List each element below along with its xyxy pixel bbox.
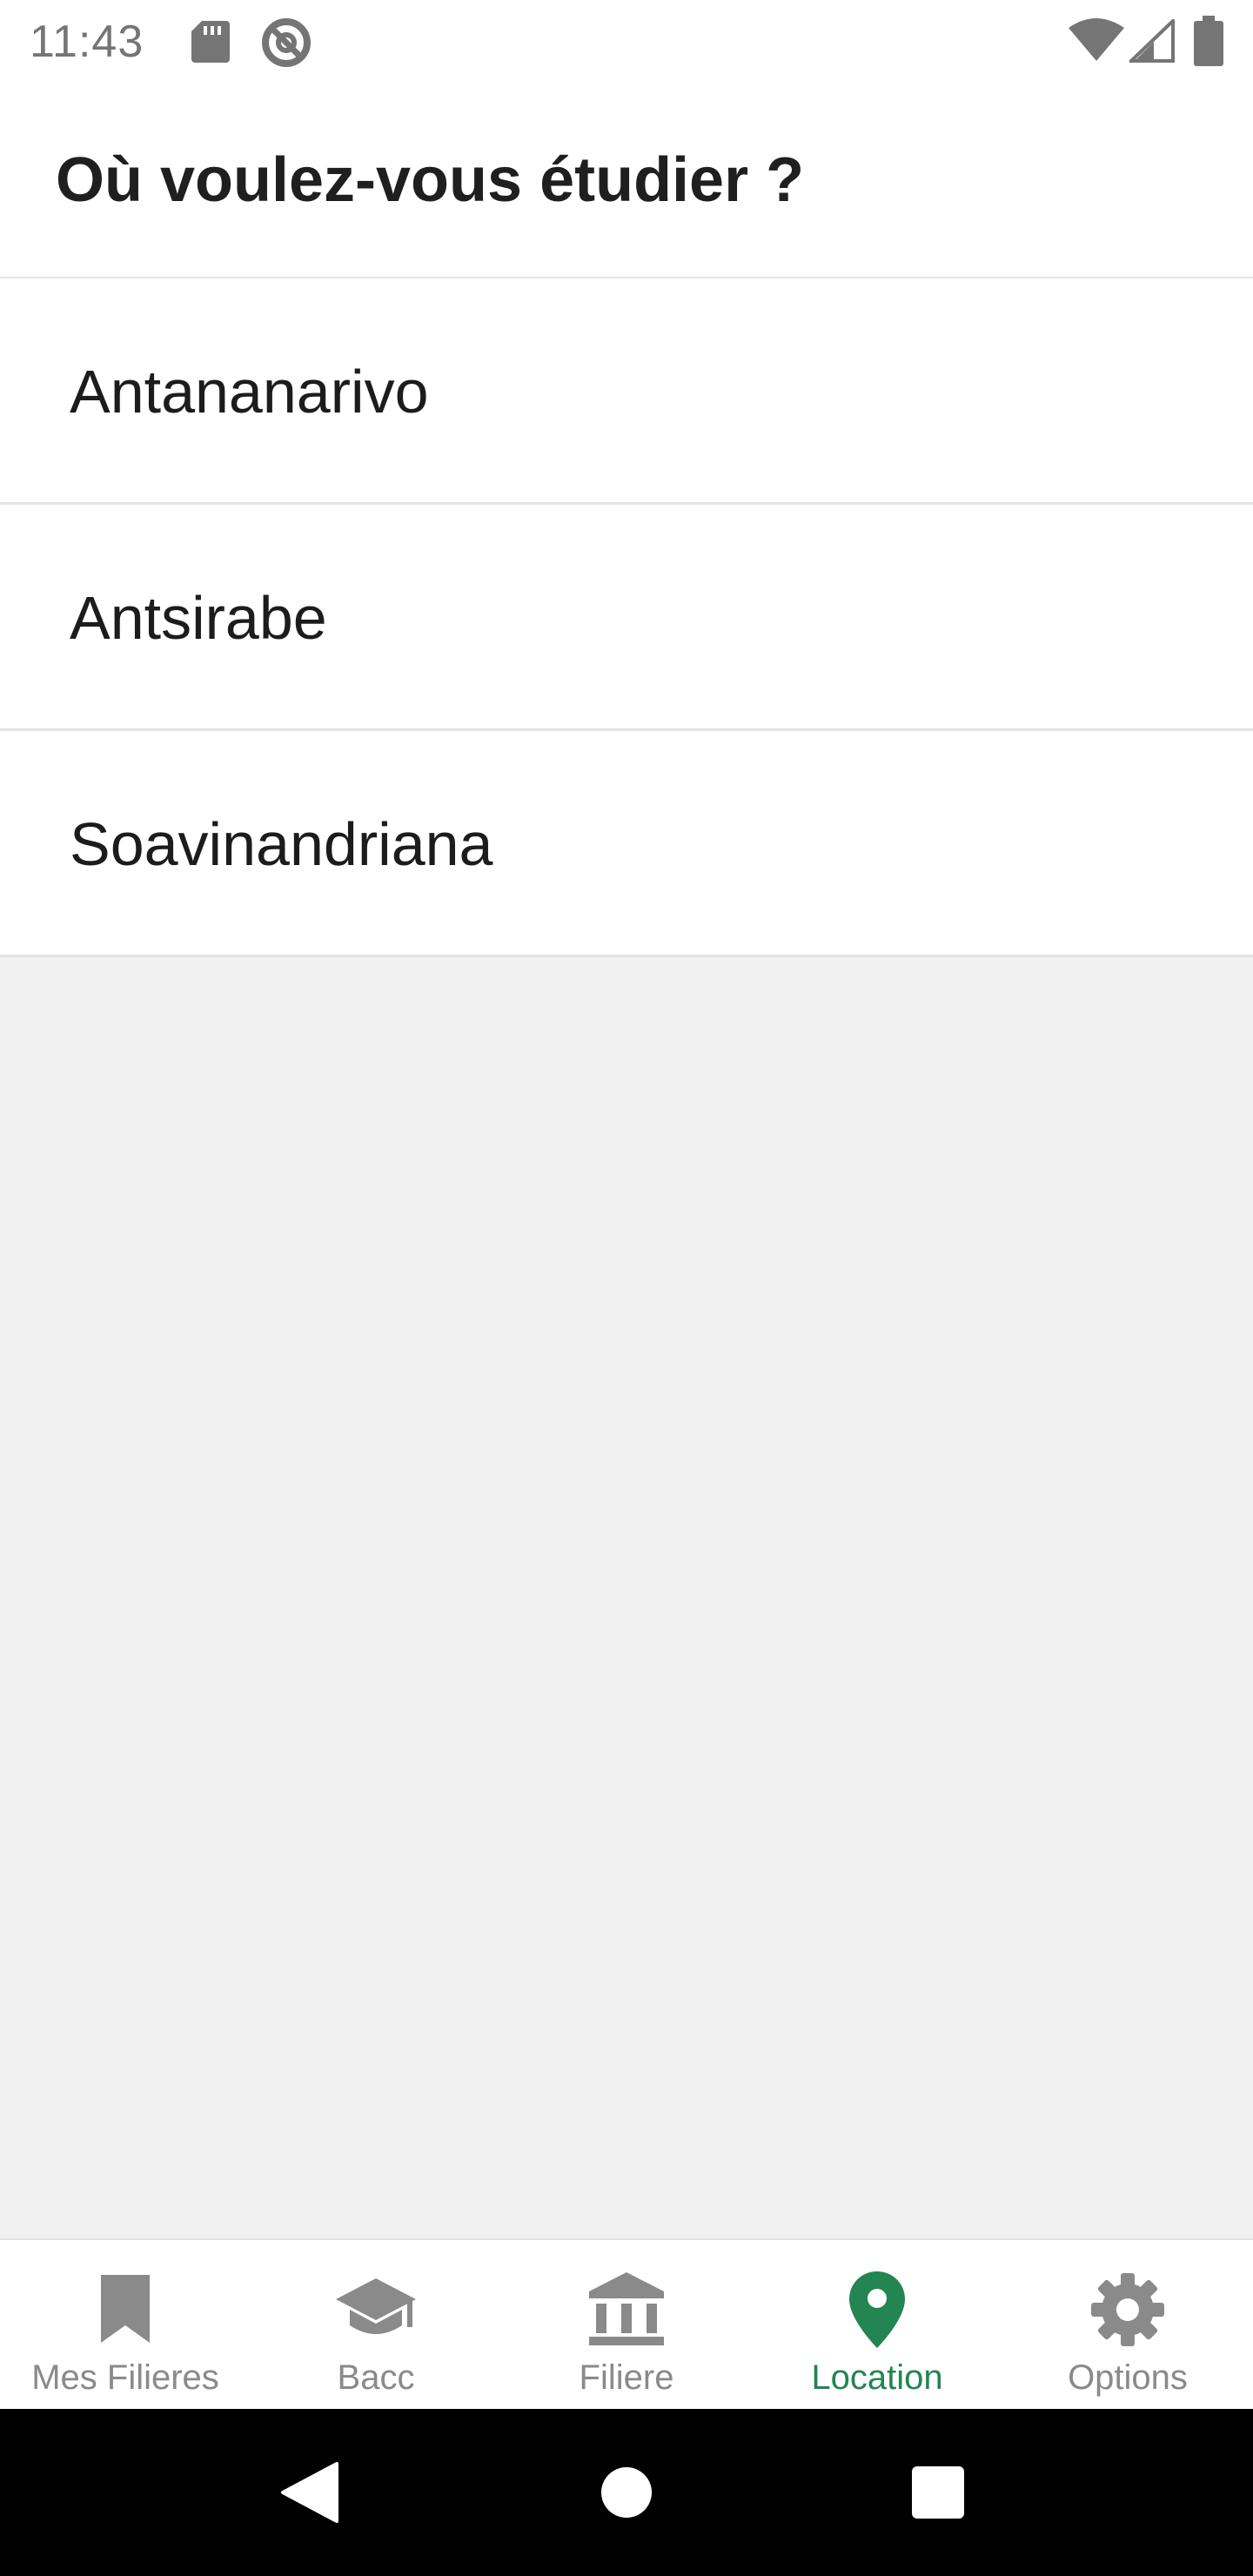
- location-pin-icon: [834, 2266, 921, 2353]
- battery-icon: [1194, 16, 1223, 66]
- header: Où voulez-vous étudier ?: [0, 84, 1253, 278]
- home-icon[interactable]: [583, 2449, 670, 2536]
- nav-item-bacc[interactable]: Bacc: [251, 2240, 501, 2411]
- nav-label: Mes Filieres: [31, 2358, 219, 2397]
- list-item-label: Soavinandriana: [70, 810, 493, 878]
- screen: 11:43 Où voulez-vous étudier ? Antananar…: [0, 0, 1253, 2576]
- status-bar: 11:43: [0, 0, 1253, 84]
- nav-item-mes-filieres[interactable]: Mes Filieres: [0, 2240, 251, 2411]
- bottom-navigation: Mes Filieres Bacc Filiere Location Optio…: [0, 2238, 1253, 2409]
- recents-icon[interactable]: [895, 2449, 982, 2536]
- page-title: Où voulez-vous étudier ?: [56, 145, 805, 215]
- nav-label: Options: [1068, 2358, 1188, 2397]
- gear-icon: [1084, 2266, 1171, 2353]
- nav-item-options[interactable]: Options: [1002, 2240, 1253, 2411]
- system-navigation-bar: [0, 2409, 1253, 2576]
- wifi-icon: [1069, 17, 1124, 63]
- nav-item-filiere[interactable]: Filiere: [501, 2240, 752, 2411]
- list-item-label: Antsirabe: [70, 584, 327, 652]
- institution-icon: [583, 2266, 670, 2353]
- list-item-antananarivo[interactable]: Antananarivo: [0, 278, 1253, 505]
- sd-card-icon: [190, 19, 231, 64]
- list-item-soavinandriana[interactable]: Soavinandriana: [0, 731, 1253, 957]
- cellular-signal-icon: [1129, 19, 1175, 63]
- list-item-label: Antananarivo: [70, 358, 429, 426]
- nav-label: Bacc: [337, 2358, 415, 2397]
- back-icon[interactable]: [266, 2449, 353, 2536]
- no-tracking-icon: [259, 16, 313, 70]
- nav-item-location[interactable]: Location: [752, 2240, 1002, 2411]
- location-list: Antananarivo Antsirabe Soavinandriana: [0, 278, 1253, 2238]
- graduation-cap-icon: [332, 2266, 419, 2353]
- nav-label: Location: [811, 2358, 943, 2397]
- list-item-antsirabe[interactable]: Antsirabe: [0, 505, 1253, 731]
- nav-label: Filiere: [579, 2358, 674, 2397]
- status-time: 11:43: [30, 17, 144, 67]
- bookmark-icon: [82, 2266, 169, 2353]
